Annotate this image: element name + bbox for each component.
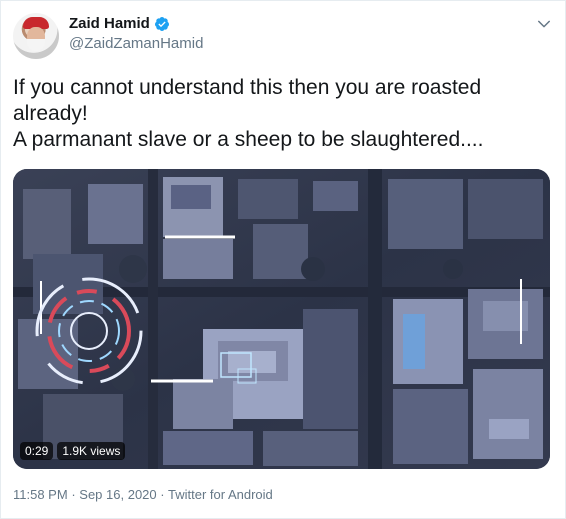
tweet-card[interactable]: Zaid Hamid @ZaidZamanHamid If you cannot… (0, 0, 566, 519)
meta-separator: · (71, 487, 76, 502)
tweet-text: If you cannot understand this then you a… (13, 75, 553, 153)
video-player[interactable]: 0:29 1.9K views (13, 169, 550, 469)
verified-badge-icon (154, 16, 169, 31)
video-duration: 0:29 (20, 442, 54, 460)
author-avatar[interactable] (13, 13, 59, 59)
tweet-time[interactable]: 11:58 PM (13, 487, 68, 502)
tweet-meta: 11:58 PM · Sep 16, 2020 · Twitter for An… (13, 487, 273, 502)
video-info-badges: 0:29 1.9K views (20, 442, 126, 460)
chevron-down-icon[interactable] (535, 15, 553, 33)
video-thumbnail (13, 169, 550, 469)
author-display-name[interactable]: Zaid Hamid (69, 15, 150, 32)
tweet-date[interactable]: Sep 16, 2020 (79, 487, 156, 502)
tweet-text-line: A parmanant slave or a sheep to be slaug… (13, 128, 484, 151)
author-name-row[interactable]: Zaid Hamid (69, 15, 170, 32)
tweet-text-line: If you cannot understand this then you a… (13, 76, 482, 99)
author-handle[interactable]: @ZaidZamanHamid (69, 35, 203, 52)
tweet-text-line: already! (13, 102, 88, 125)
video-views: 1.9K views (57, 442, 126, 460)
meta-separator: · (160, 487, 165, 502)
tweet-client[interactable]: Twitter for Android (168, 487, 273, 502)
avatar-beard (27, 39, 45, 51)
